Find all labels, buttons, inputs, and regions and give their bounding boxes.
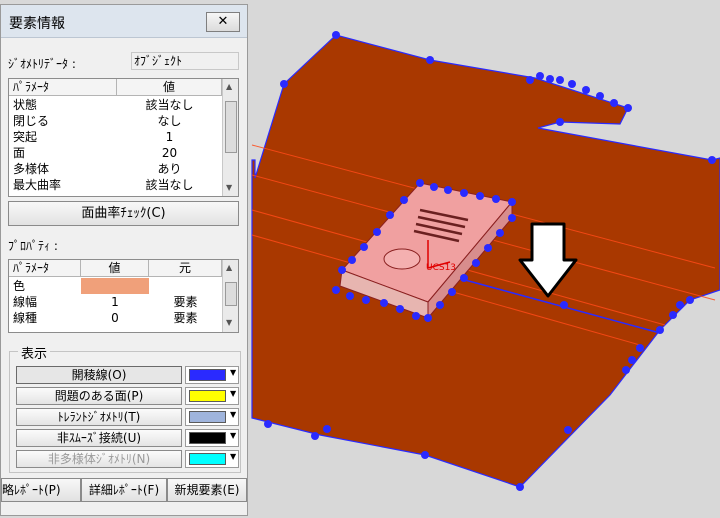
scroll-thumb[interactable] [225,282,237,306]
parameter-table[interactable]: ﾊﾟﾗﾒｰﾀ 値 状態 該当なし 閉じる なし 突起 1 面 20 多様体 あり 最大曲率… [8,78,239,197]
chevron-down-icon: ▼ [230,389,237,398]
column-header-source[interactable]: 元 [149,260,222,277]
surface-curvature-check-button[interactable]: 面曲率ﾁｪｯｸ(C) [8,201,239,226]
open-edges-color-picker[interactable]: ▼ [185,366,239,384]
parameter-table-scrollbar[interactable]: ▲ ▼ [222,79,238,196]
scroll-thumb[interactable] [225,101,237,153]
geometry-data-value: ｵﾌﾞｼﾞｪｸﾄ [131,52,239,70]
summary-report-button[interactable]: 略ﾚﾎﾟｰﾄ(P) [1,478,81,502]
scroll-up-icon[interactable]: ▲ [226,263,232,272]
chevron-down-icon: ▼ [230,368,237,377]
geometry-data-label: ｼﾞｵﾒﾄﾘﾃﾞｰﾀ : [8,57,76,71]
new-element-button[interactable]: 新規要素(E) [167,478,247,502]
close-icon: ✕ [217,14,229,29]
open-edges-button[interactable]: 開稜線(O) [16,366,182,384]
column-header-value[interactable]: 値 [81,260,149,277]
property-label: ﾌﾟﾛﾊﾟﾃｨ : [8,239,58,253]
chevron-down-icon: ▼ [230,431,237,440]
panel-title: 要素情報 [9,16,65,32]
column-header-value[interactable]: 値 [117,79,222,96]
scroll-down-icon[interactable]: ▼ [226,318,232,327]
non-smooth-connection-color-picker[interactable]: ▼ [185,429,239,447]
element-info-panel: 要素情報 ✕ ｼﾞｵﾒﾄﾘﾃﾞｰﾀ : ｵﾌﾞｼﾞｪｸﾄ ﾊﾟﾗﾒｰﾀ 値 状態… [0,4,248,516]
display-group-legend: 表示 [18,343,51,362]
problem-faces-color-picker[interactable]: ▼ [185,387,239,405]
chevron-down-icon: ▼ [230,410,237,419]
non-smooth-connection-button[interactable]: 非ｽﾑｰｽﾞ接続(U) [16,429,182,447]
tolerant-geometry-button[interactable]: ﾄﾚﾗﾝﾄｼﾞｵﾒﾄﾘ(T) [16,408,182,426]
display-group: 表示 開稜線(O) ▼ 問題のある面(P) ▼ ﾄﾚﾗﾝﾄｼﾞｵﾒﾄﾘ(T) ▼… [9,343,241,473]
tolerant-geometry-color-picker[interactable]: ▼ [185,408,239,426]
chevron-down-icon: ▼ [230,452,237,461]
scroll-down-icon[interactable]: ▼ [226,183,232,192]
close-button[interactable]: ✕ [206,12,240,32]
color-swatch[interactable] [81,278,149,294]
scroll-up-icon[interactable]: ▲ [226,82,232,91]
property-table[interactable]: ﾊﾟﾗﾒｰﾀ 値 元 色 線幅 1 要素 線種 0 要素 ▲ ▼ [8,259,239,333]
property-table-scrollbar[interactable]: ▲ ▼ [222,260,238,332]
detail-report-button[interactable]: 詳細ﾚﾎﾟｰﾄ(F) [81,478,167,502]
column-header-parameter[interactable]: ﾊﾟﾗﾒｰﾀ [9,79,117,96]
ucs-axis-label: UCS13 [426,263,456,273]
panel-titlebar[interactable]: 要素情報 ✕ [1,5,247,38]
problem-faces-button[interactable]: 問題のある面(P) [16,387,182,405]
column-header-parameter[interactable]: ﾊﾟﾗﾒｰﾀ [9,260,81,277]
non-manifold-geometry-button[interactable]: 非多様体ｼﾞｵﾒﾄﾘ(N) [16,450,182,468]
non-manifold-geometry-color-picker[interactable]: ▼ [185,450,239,468]
